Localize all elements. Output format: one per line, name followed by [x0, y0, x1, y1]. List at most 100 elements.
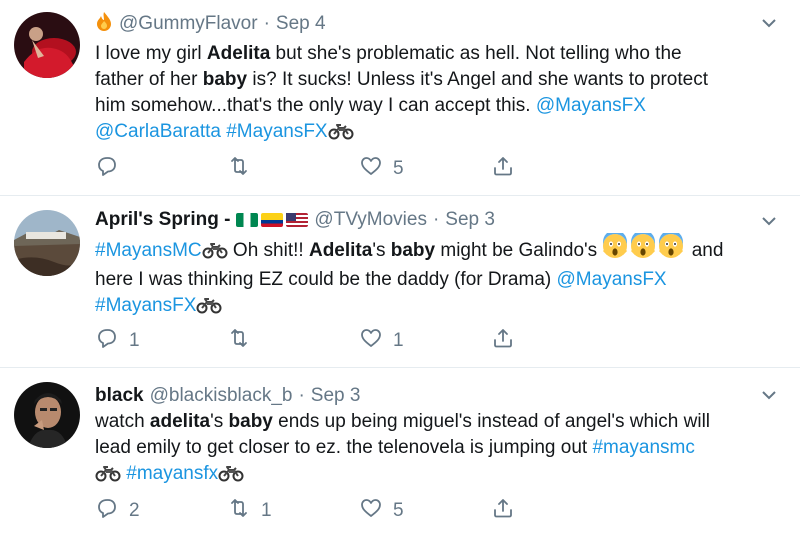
highlighted-term: baby — [228, 411, 273, 432]
share-button[interactable] — [491, 154, 515, 184]
tweet-text-line: him somehow...that's the only way I can … — [95, 93, 778, 119]
reply-button[interactable]: 1 — [95, 326, 140, 356]
tweet-text-segment: him somehow...that's the only way I can … — [95, 95, 536, 116]
heart-icon — [359, 326, 383, 356]
tweet-text-segment: 's — [372, 240, 391, 261]
tweet-date[interactable]: Sep 4 — [276, 13, 326, 35]
hashtag-link[interactable]: #MayansMC — [95, 240, 202, 261]
tweet-text-segment: is? It sucks! Unless it's Angel and she … — [247, 69, 709, 90]
tweet-date[interactable]: Sep 3 — [311, 385, 361, 407]
motorcycle-emoji — [95, 464, 121, 490]
like-button[interactable]: 5 — [359, 154, 404, 184]
flag-emojis — [236, 213, 309, 227]
tweet-text-line: father of her baby is? It sucks! Unless … — [95, 67, 778, 93]
avatar[interactable] — [14, 12, 80, 78]
heart-icon — [359, 496, 383, 526]
tweet-text-line: #MayansMC Oh shit!! Adelita's baby might… — [95, 230, 778, 267]
tweet-text-line: #mayansfx — [95, 461, 778, 490]
like-count: 5 — [393, 158, 404, 179]
dot-separator: · — [432, 209, 440, 230]
tweet-text-segment: lead emily to get closer to ez. the tele… — [95, 437, 593, 458]
avatar[interactable] — [14, 382, 80, 448]
tweet[interactable]: black @blackisblack_b · Sep 3 watch adel… — [0, 368, 800, 540]
tweet-text-segment: I love my girl — [95, 43, 207, 64]
mention-link[interactable]: @MayansFX — [557, 269, 667, 290]
tweet-text-line: #MayansFX — [95, 293, 778, 322]
highlighted-term: adelita — [149, 411, 211, 432]
reply-icon — [95, 326, 119, 356]
like-button[interactable]: 5 — [359, 496, 404, 526]
like-button[interactable]: 1 — [359, 326, 404, 356]
hashtag-link[interactable]: #mayansmc — [592, 437, 694, 458]
chevron-down-icon[interactable] — [760, 386, 778, 404]
mention-link[interactable]: @MayansFX — [536, 95, 646, 116]
tweet[interactable]: April's Spring - @TVyMovies · Sep 3 #May… — [0, 196, 800, 368]
tweet-text-line: I love my girl Adelita but she's problem… — [95, 41, 778, 67]
avatar[interactable] — [14, 210, 80, 276]
like-count: 1 — [393, 330, 404, 351]
nigeria-flag — [236, 213, 259, 227]
highlighted-term: Adelita — [308, 240, 373, 261]
tweet-text: watch adelita's baby ends up being migue… — [95, 409, 778, 490]
retweet-icon — [227, 496, 251, 526]
tweet-date[interactable]: Sep 3 — [445, 209, 495, 231]
display-name[interactable]: April's Spring - — [95, 209, 230, 231]
heart-icon — [359, 154, 383, 184]
tweet-handle[interactable]: @blackisblack_b — [150, 385, 293, 407]
share-button[interactable] — [491, 326, 515, 356]
display-name[interactable]: black — [95, 385, 144, 407]
share-icon — [491, 496, 515, 526]
tweet-header: black @blackisblack_b · Sep 3 — [95, 384, 760, 408]
reply-button[interactable]: 2 — [95, 496, 140, 526]
tweet-handle[interactable]: @GummyFlavor — [119, 13, 258, 35]
hashtag-link[interactable]: #mayansfx — [126, 463, 218, 484]
tweet-handle[interactable]: @TVyMovies — [314, 209, 427, 231]
tweet[interactable]: @GummyFlavor · Sep 4 I love my girl Adel… — [0, 0, 800, 196]
retweet-button[interactable] — [227, 154, 261, 184]
mention-link[interactable]: @CarlaBaratta — [95, 121, 221, 142]
motorcycle-emoji — [196, 296, 222, 322]
retweet-button[interactable] — [227, 326, 261, 356]
tweet-text-segment: 's — [210, 411, 229, 432]
tweet-text-segment: Oh shit!! — [227, 240, 309, 261]
screaming-face-emoji — [658, 230, 684, 267]
tweet-header: @GummyFlavor · Sep 4 — [95, 12, 760, 36]
tweet-text-segment: ends up being miguel's instead of angel'… — [272, 411, 711, 432]
motorcycle-emoji — [328, 122, 354, 148]
screaming-face-emoji — [630, 230, 656, 267]
tweet-text-segment: watch — [95, 411, 150, 432]
dot-separator: · — [263, 13, 270, 34]
share-icon — [491, 326, 515, 356]
tweet-text-line: @CarlaBaratta #MayansFX — [95, 119, 778, 148]
highlighted-term: Adelita — [206, 43, 271, 64]
chevron-down-icon[interactable] — [760, 212, 778, 230]
tweet-text: I love my girl Adelita but she's problem… — [95, 41, 778, 148]
tweet-text-segment: here I was thinking EZ could be the dadd… — [95, 269, 557, 290]
tweet-header: April's Spring - @TVyMovies · Sep 3 — [95, 208, 760, 232]
tweet-actions: 2 1 5 — [95, 498, 525, 524]
tweet-feed: @GummyFlavor · Sep 4 I love my girl Adel… — [0, 0, 800, 540]
tweet-text: #MayansMC Oh shit!! Adelita's baby might… — [95, 230, 778, 322]
tweet-text-line: watch adelita's baby ends up being migue… — [95, 409, 778, 435]
retweet-button[interactable]: 1 — [227, 496, 272, 526]
hashtag-link[interactable]: #MayansFX — [95, 295, 196, 316]
chevron-down-icon[interactable] — [760, 14, 778, 32]
tweet-text-segment: father of her — [95, 69, 203, 90]
colombia-flag — [261, 213, 284, 227]
retweet-icon — [227, 326, 251, 356]
retweet-icon — [227, 154, 251, 184]
reply-button[interactable] — [95, 154, 129, 184]
tweet-actions: 5 — [95, 156, 525, 182]
dot-separator: · — [298, 385, 305, 406]
tweet-text-segment: but she's problematic as hell. Not telli… — [270, 43, 682, 64]
tweet-text-segment: might be Galindo's — [435, 240, 603, 261]
hashtag-link[interactable]: #MayansFX — [226, 121, 327, 142]
retweet-count: 1 — [261, 500, 272, 521]
motorcycle-emoji — [218, 464, 244, 490]
highlighted-term: baby — [202, 69, 248, 90]
share-button[interactable] — [491, 496, 515, 526]
highlighted-term: baby — [390, 240, 436, 261]
fire-emoji — [95, 11, 113, 37]
share-icon — [491, 154, 515, 184]
usa-flag — [286, 213, 309, 227]
